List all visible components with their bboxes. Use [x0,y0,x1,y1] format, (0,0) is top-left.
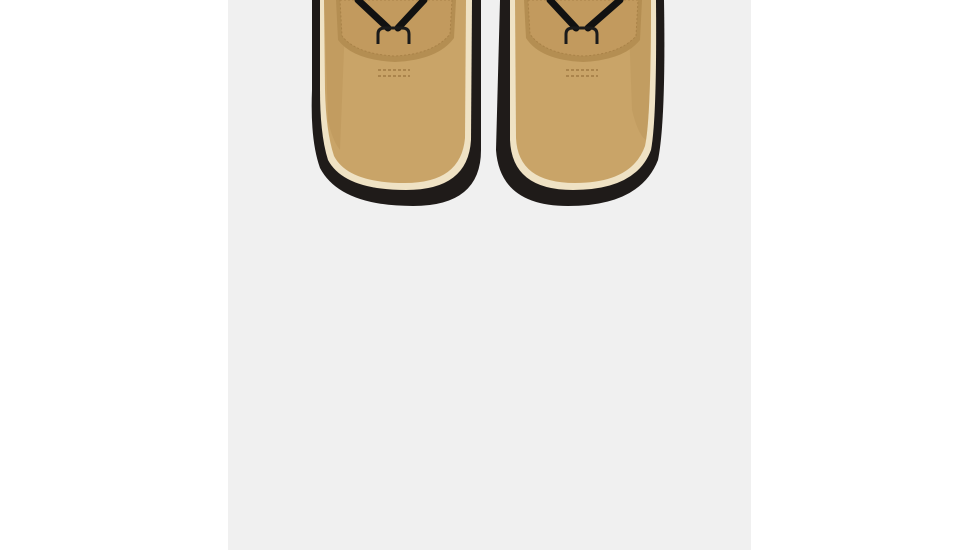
page [0,0,978,550]
left-boot [311,0,481,206]
right-boot [496,0,665,206]
product-image-panel [228,0,751,550]
boots-photo [311,0,665,206]
